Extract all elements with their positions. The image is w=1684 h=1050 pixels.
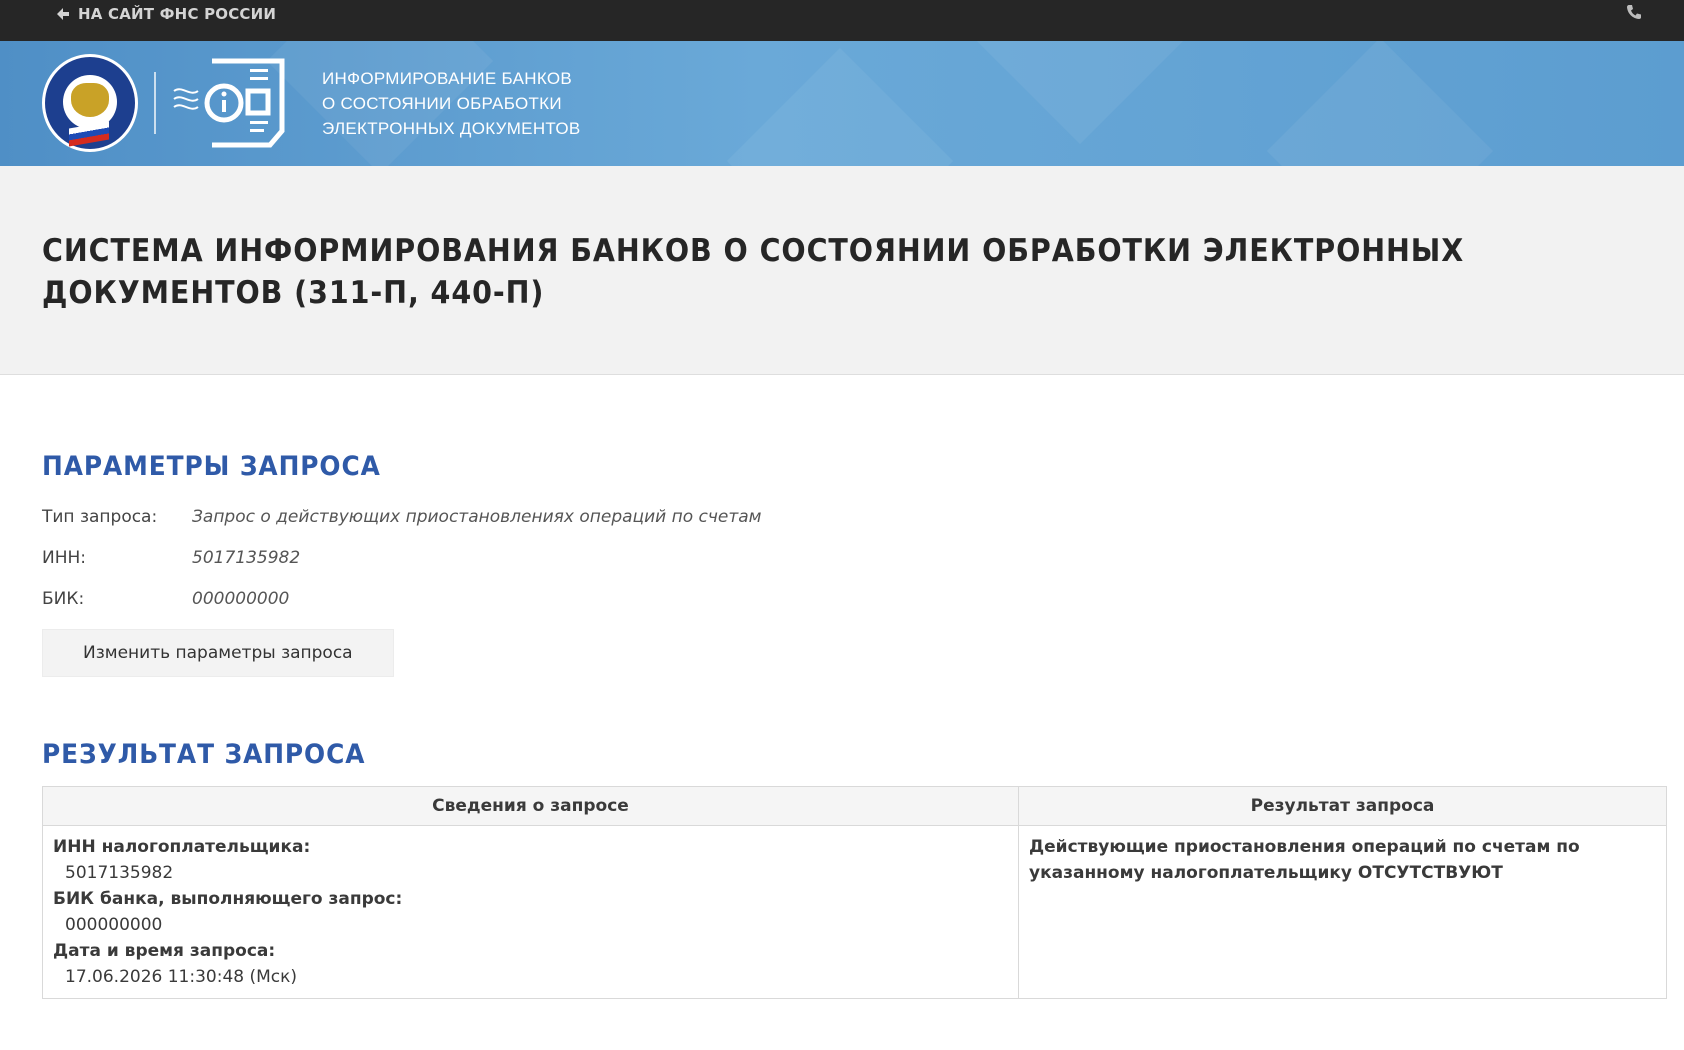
param-label: БИК: <box>42 588 85 609</box>
info-value: 000000000 <box>65 915 163 935</box>
arrow-left-icon <box>57 7 69 20</box>
param-label: ИНН: <box>42 547 87 568</box>
params-list: Тип запроса: Запрос о действующих приост… <box>42 496 1642 619</box>
banner-title-line: О СОСТОЯНИИ ОБРАБОТКИ <box>322 93 562 113</box>
request-info-cell: ИНН налогоплательщика: 5017135982 БИК ба… <box>42 825 1019 999</box>
param-value: Запрос о действующих приостановлениях оп… <box>192 506 762 527</box>
result-heading: РЕЗУЛЬТАТ ЗАПРОСА <box>42 739 366 770</box>
fns-emblem-icon[interactable] <box>42 54 138 152</box>
param-label: Тип запроса: <box>42 506 158 527</box>
header-banner: ИНФОРМИРОВАНИЕ БАНКОВ О СОСТОЯНИИ ОБРАБО… <box>0 41 1684 166</box>
param-value: 5017135982 <box>192 547 301 568</box>
info-label: Дата и время запроса: <box>53 941 276 961</box>
params-section: ПАРАМЕТРЫ ЗАПРОСА Тип запроса: Запрос о … <box>0 375 1684 677</box>
info-label: ИНН налогоплательщика: <box>53 837 311 857</box>
result-section: РЕЗУЛЬТАТ ЗАПРОСА Сведения о запросе Рез… <box>0 677 1684 999</box>
back-link-label: НА САЙТ ФНС РОССИИ <box>78 4 277 23</box>
request-result-cell: Действующие приостановления операций по … <box>1018 825 1667 999</box>
banner-title-line: ЭЛЕКТРОННЫХ ДОКУМЕНТОВ <box>322 118 581 138</box>
column-header: Сведения о запросе <box>42 786 1019 826</box>
top-bar: НА САЙТ ФНС РОССИИ <box>0 0 1684 41</box>
result-table: Сведения о запросе Результат запроса ИНН… <box>42 786 1667 999</box>
page-header: СИСТЕМА ИНФОРМИРОВАНИЯ БАНКОВ О СОСТОЯНИ… <box>0 166 1684 375</box>
param-row: ИНН: 5017135982 <box>42 537 1642 578</box>
phone-icon[interactable] <box>1626 4 1642 24</box>
banner-title-line: ИНФОРМИРОВАНИЕ БАНКОВ <box>322 68 573 88</box>
page-title: СИСТЕМА ИНФОРМИРОВАНИЯ БАНКОВ О СОСТОЯНИ… <box>42 233 1465 311</box>
param-row: БИК: 000000000 <box>42 578 1642 619</box>
param-row: Тип запроса: Запрос о действующих приост… <box>42 496 1642 537</box>
info-value: 17.06.2026 11:30:48 (Мск) <box>65 967 298 987</box>
banner-title: ИНФОРМИРОВАНИЕ БАНКОВ О СОСТОЯНИИ ОБРАБО… <box>322 66 580 141</box>
banner-divider <box>154 72 156 134</box>
info-label: БИК банка, выполняющего запрос: <box>53 889 403 909</box>
info-value: 5017135982 <box>65 863 174 883</box>
params-heading: ПАРАМЕТРЫ ЗАПРОСА <box>42 451 381 482</box>
result-text: Действующие приостановления операций по … <box>1029 837 1580 883</box>
table-header-row: Сведения о запросе Результат запроса <box>42 786 1667 826</box>
param-value: 000000000 <box>192 588 290 609</box>
change-params-button[interactable]: Изменить параметры запроса <box>42 629 394 677</box>
info-document-icon <box>173 58 285 148</box>
column-header: Результат запроса <box>1018 786 1667 826</box>
table-row: ИНН налогоплательщика: 5017135982 БИК ба… <box>42 825 1667 999</box>
back-to-fns-link[interactable]: НА САЙТ ФНС РОССИИ <box>56 5 276 23</box>
